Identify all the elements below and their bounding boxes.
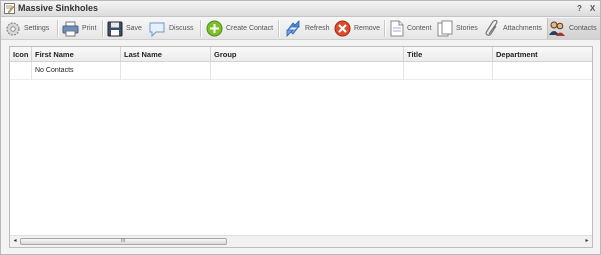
print-button[interactable]: Print (62, 19, 96, 38)
refresh-label: Refresh (305, 25, 330, 32)
horizontal-scrollbar[interactable]: ◂ III ▸ (10, 235, 592, 247)
document-icon (390, 20, 404, 37)
toolbar: Settings Print Save Discuss Create Conta… (1, 17, 600, 40)
documents-icon (437, 20, 453, 37)
toolbar-divider (200, 20, 201, 37)
cell-first-name: No Contacts (32, 62, 121, 80)
column-header-icon[interactable]: Icon (10, 47, 32, 62)
contacts-tab[interactable]: Contacts (548, 19, 597, 38)
remove-icon (334, 20, 351, 37)
toolbar-divider (102, 20, 103, 37)
content-tab[interactable]: Content (390, 19, 432, 38)
stories-label: Stories (456, 25, 478, 32)
speech-bubble-icon (149, 22, 165, 37)
column-header-last-name[interactable]: Last Name (121, 47, 211, 62)
cell-last-name (121, 62, 211, 80)
remove-label: Remove (354, 25, 381, 32)
add-icon (206, 20, 223, 37)
toolbar-divider (384, 20, 385, 37)
cell-department (493, 62, 592, 80)
contacts-label: Contacts (569, 25, 597, 32)
refresh-button[interactable]: Refresh (284, 19, 330, 38)
column-header-first-name[interactable]: First Name (32, 47, 121, 62)
discuss-label: Discuss (169, 25, 194, 32)
attachments-tab[interactable]: Attachments (485, 19, 542, 38)
stories-tab[interactable]: Stories (437, 19, 478, 38)
settings-button[interactable]: Settings (5, 19, 49, 38)
help-button[interactable]: ? (575, 4, 584, 14)
create-contact-label: Create Contact (226, 25, 274, 32)
close-button[interactable]: X (588, 4, 597, 14)
print-label: Print (82, 25, 97, 32)
people-icon (549, 21, 565, 36)
cell-title (404, 62, 493, 80)
window-title: Massive Sinkholes (18, 3, 99, 13)
save-button[interactable]: Save (107, 19, 142, 38)
scrollbar-grip: III (121, 238, 126, 244)
document-edit-icon (4, 3, 15, 14)
save-label: Save (126, 25, 142, 32)
cell-icon (10, 62, 32, 80)
attachments-label: Attachments (503, 25, 542, 32)
contacts-window: Massive Sinkholes ? X Settings Print Sav… (0, 0, 601, 255)
title-bar[interactable]: Massive Sinkholes ? X (1, 1, 600, 17)
toolbar-divider (57, 20, 58, 37)
column-header-title[interactable]: Title (404, 47, 493, 62)
column-header-group[interactable]: Group (211, 47, 404, 62)
table-row[interactable]: No Contacts (10, 62, 592, 80)
content-label: Content (407, 25, 432, 32)
scrollbar-thumb[interactable]: III (20, 238, 227, 245)
printer-icon (62, 21, 79, 36)
grid-header: Icon First Name Last Name Group Title De… (10, 47, 592, 62)
gear-icon (6, 21, 20, 36)
settings-label: Settings (24, 25, 50, 32)
create-contact-button[interactable]: Create Contact (206, 19, 273, 38)
paperclip-icon (485, 20, 498, 36)
remove-button[interactable]: Remove (334, 19, 380, 38)
refresh-icon (286, 20, 300, 37)
toolbar-divider (278, 20, 279, 37)
discuss-button[interactable]: Discuss (148, 19, 194, 38)
cell-group (211, 62, 404, 80)
contacts-grid: Icon First Name Last Name Group Title De… (9, 46, 593, 248)
floppy-disk-icon (107, 21, 123, 36)
scroll-right-arrow[interactable]: ▸ (582, 236, 592, 247)
column-header-department[interactable]: Department (493, 47, 592, 62)
scroll-left-arrow[interactable]: ◂ (10, 236, 20, 247)
